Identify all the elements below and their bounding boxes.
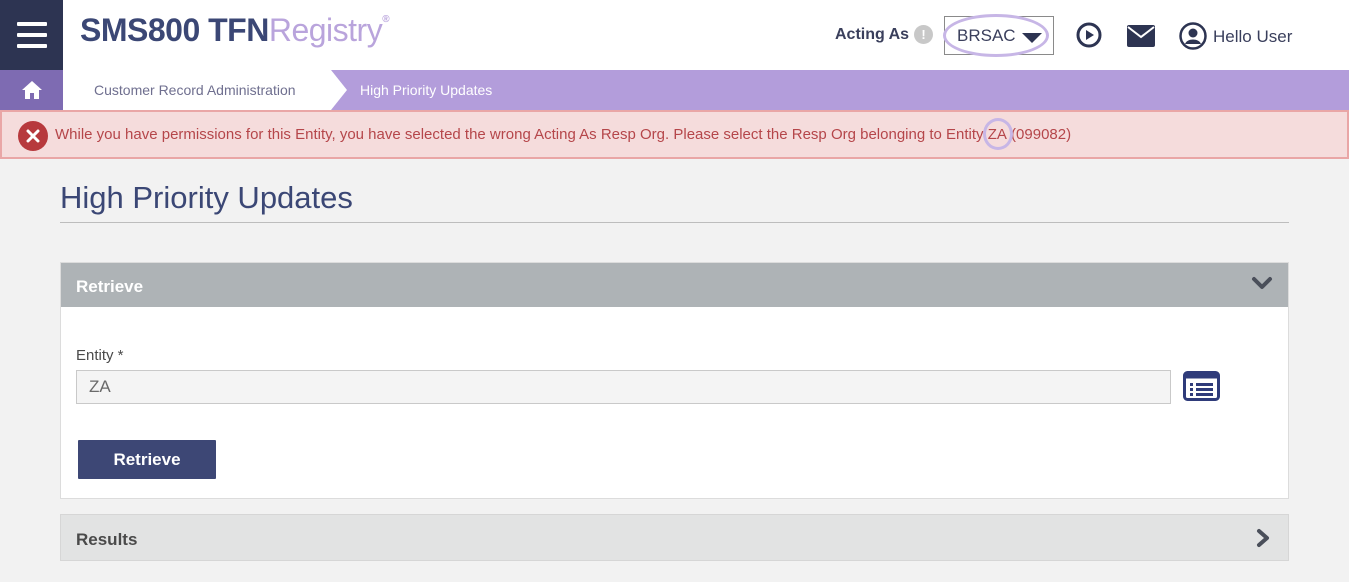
mail-icon[interactable]	[1127, 25, 1155, 47]
retrieve-button[interactable]: Retrieve	[78, 440, 216, 479]
error-x-icon	[18, 121, 48, 151]
acting-as-label: Acting As	[835, 26, 910, 43]
registered-mark: ®	[382, 14, 390, 25]
breadcrumb-item-current: High Priority Updates	[360, 82, 493, 98]
alert-message: While you have permissions for this Enti…	[55, 118, 1072, 150]
chevron-right-icon[interactable]	[1256, 528, 1270, 548]
list-icon[interactable]	[1183, 371, 1220, 401]
caret-down-icon	[1022, 33, 1042, 43]
play-circle-icon[interactable]	[1076, 22, 1102, 48]
acting-as-select[interactable]: BRSAC	[943, 14, 1054, 57]
retrieve-panel-title: Retrieve	[76, 277, 144, 296]
entity-label: Entity *	[76, 347, 124, 364]
logo-text-secondary: Registry	[268, 12, 383, 48]
breadcrumb: Customer Record Administration High Prio…	[0, 70, 1349, 110]
page-title: High Priority Updates	[60, 180, 353, 215]
entity-input[interactable]: ZA	[76, 370, 1171, 404]
breadcrumb-item-customer-record-administration[interactable]: Customer Record Administration	[63, 70, 331, 110]
retrieve-panel: Retrieve Entity * ZA Retrieve	[60, 262, 1289, 499]
title-divider	[60, 222, 1289, 223]
logo-text-primary: SMS800 TFN	[80, 12, 269, 48]
chevron-down-icon[interactable]	[1251, 275, 1273, 291]
user-greeting[interactable]: Hello User	[1213, 27, 1292, 47]
app-logo[interactable]: SMS800 TFNRegistry®	[80, 12, 390, 49]
menu-icon[interactable]	[0, 0, 63, 70]
alert-entity-id: (099082)	[1006, 126, 1072, 143]
retrieve-panel-header[interactable]: Retrieve	[61, 263, 1288, 307]
app-header: SMS800 TFNRegistry® Acting As ! BRSAC He…	[0, 0, 1349, 70]
alert-message-text: While you have permissions for this Enti…	[55, 126, 988, 143]
acting-as-value: BRSAC	[957, 25, 1016, 45]
info-icon[interactable]: !	[914, 25, 933, 44]
breadcrumb-separator	[331, 70, 347, 110]
results-panel-header[interactable]: Results	[60, 514, 1289, 561]
user-circle-icon[interactable]	[1179, 22, 1207, 50]
highlight-oval	[982, 118, 1013, 150]
error-alert: While you have permissions for this Enti…	[0, 110, 1349, 159]
home-icon[interactable]	[0, 70, 63, 110]
results-panel-title: Results	[76, 530, 138, 549]
